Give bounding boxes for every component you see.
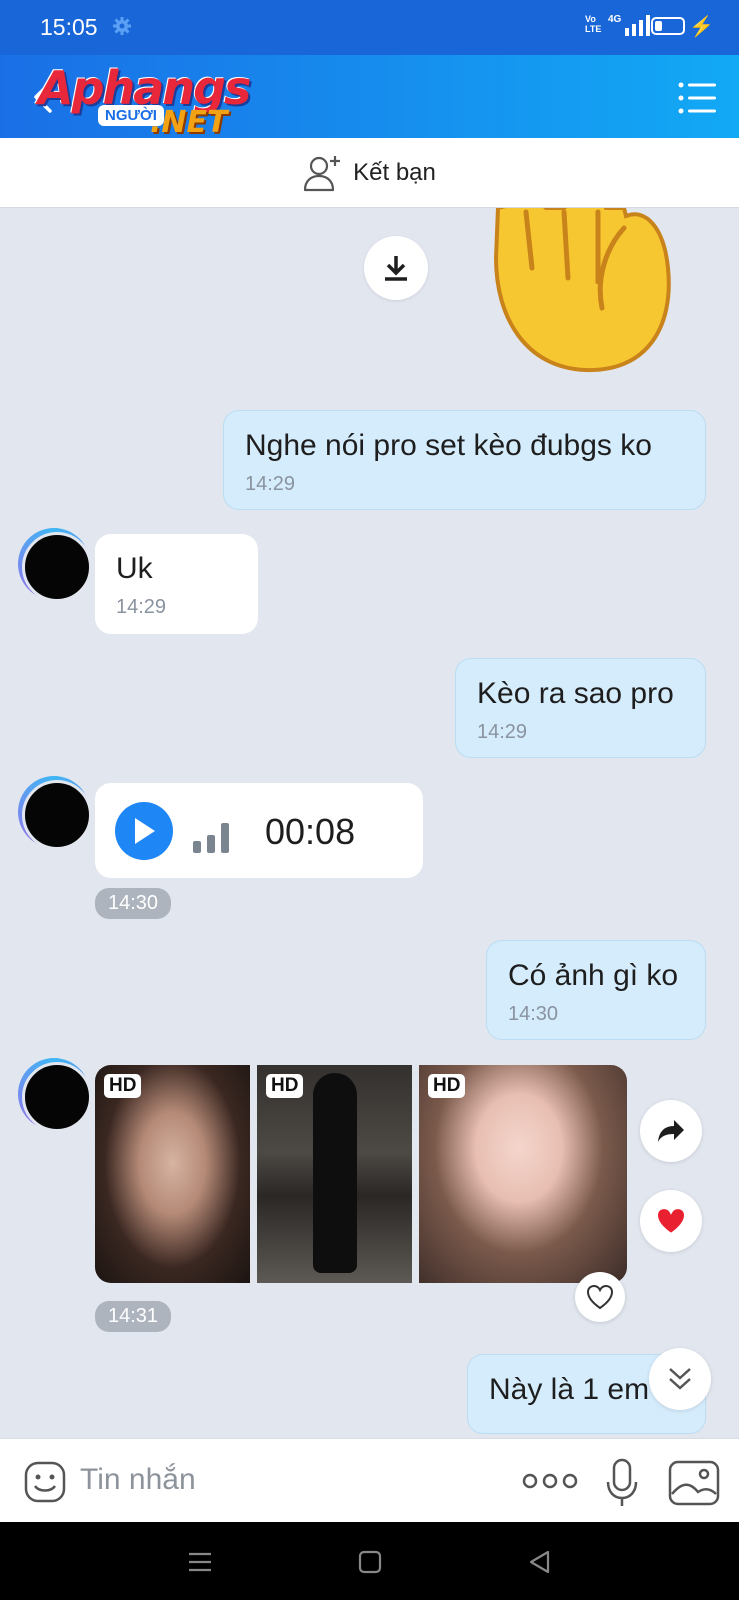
message-text: Uk — [116, 552, 153, 585]
add-friend-label: Kết bạn — [353, 158, 436, 186]
more-options-icon[interactable] — [522, 1471, 578, 1491]
photo-gallery[interactable]: HD HD HD — [95, 1065, 627, 1283]
add-friend-bar[interactable]: Kết bạn — [0, 138, 739, 208]
play-icon — [135, 818, 155, 844]
incoming-message[interactable]: Uk 14:29 — [95, 534, 258, 634]
outgoing-message[interactable]: Có ảnh gì ko 14:30 — [486, 940, 706, 1040]
download-icon — [385, 256, 407, 281]
outgoing-message[interactable]: Kèo ra sao pro 14:29 — [455, 658, 706, 758]
system-navigation-bar — [0, 1522, 739, 1600]
hd-badge: HD — [104, 1074, 142, 1098]
heart-reaction-button[interactable] — [640, 1190, 702, 1252]
message-text: Kèo ra sao pro — [477, 677, 674, 710]
network-type-label: 4G — [608, 14, 622, 25]
recent-apps-icon[interactable] — [186, 1548, 214, 1576]
contact-avatar[interactable] — [18, 1058, 90, 1130]
microphone-icon[interactable] — [604, 1458, 640, 1508]
message-time-badge: 14:31 — [95, 1301, 172, 1332]
message-time: 14:29 — [477, 721, 528, 743]
network-indicator: Vo LTE — [585, 14, 603, 34]
voice-message[interactable]: 00:08 — [95, 783, 423, 878]
image-gallery-icon[interactable] — [668, 1460, 720, 1506]
chat-area[interactable]: Nghe nói pro set kèo đubgs ko 14:29 Uk 1… — [0, 208, 739, 1438]
logo-suffix: .NET — [150, 105, 228, 140]
contact-avatar[interactable] — [18, 776, 90, 848]
react-button[interactable] — [575, 1272, 625, 1322]
status-bar: 15:05 Vo LTE 4G ⚡ — [0, 0, 739, 55]
battery-icon — [651, 17, 685, 35]
message-time: 14:29 — [116, 596, 167, 618]
heart-outline-icon — [586, 1284, 614, 1310]
photo-thumbnail[interactable]: HD — [95, 1065, 250, 1283]
volte-label: Vo LTE — [585, 14, 602, 34]
signal-icon: 4G — [608, 14, 651, 36]
emoji-icon[interactable] — [23, 1460, 67, 1504]
message-time: 14:30 — [508, 1003, 559, 1025]
status-time: 15:05 — [40, 14, 98, 40]
message-time: 14:29 — [245, 473, 296, 495]
settings-gear-icon — [113, 17, 131, 35]
scroll-down-button[interactable] — [649, 1348, 711, 1410]
share-arrow-icon — [658, 1120, 684, 1142]
play-button[interactable] — [115, 802, 173, 860]
message-text: Có ảnh gì ko — [508, 959, 679, 992]
site-logo: Aphangs NGƯỜI .NET — [38, 61, 260, 140]
message-text: Nghe nói pro set kèo đubgs ko — [245, 429, 652, 462]
outgoing-message[interactable]: Nghe nói pro set kèo đubgs ko 14:29 — [223, 410, 706, 510]
add-friend-icon — [304, 155, 341, 191]
message-time-badge: 14:30 — [95, 888, 172, 919]
hd-badge: HD — [266, 1074, 304, 1098]
message-input[interactable]: Tin nhắn — [80, 1463, 196, 1497]
home-icon[interactable] — [356, 1548, 384, 1576]
double-chevron-down-icon — [669, 1368, 691, 1390]
voice-duration: 00:08 — [265, 811, 356, 852]
photo-thumbnail[interactable]: HD — [419, 1065, 627, 1283]
photo-thumbnail[interactable]: HD — [257, 1065, 412, 1283]
menu-list-icon[interactable] — [678, 81, 718, 115]
raised-hand-sticker[interactable] — [486, 208, 676, 373]
charging-bolt-icon: ⚡ — [689, 16, 714, 38]
hd-badge: HD — [428, 1074, 466, 1098]
download-button[interactable] — [364, 236, 428, 300]
waveform-icon — [193, 821, 229, 853]
app-header: Aphangs NGƯỜI .NET — [0, 55, 739, 140]
back-nav-icon[interactable] — [526, 1548, 554, 1576]
message-input-bar: Tin nhắn — [0, 1438, 739, 1522]
heart-icon — [656, 1207, 686, 1235]
forward-button[interactable] — [640, 1100, 702, 1162]
contact-avatar[interactable] — [18, 528, 90, 600]
